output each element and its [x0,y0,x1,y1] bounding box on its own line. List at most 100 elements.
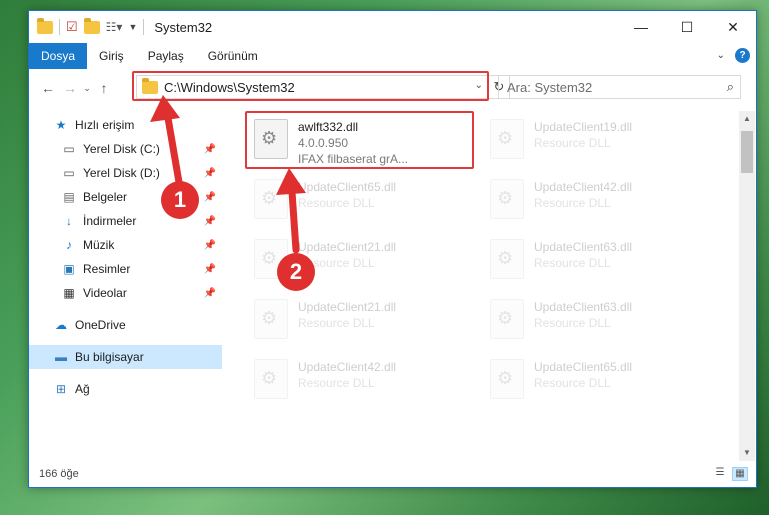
file-item[interactable]: UpdateClient63.dll Resource DLL [484,293,709,349]
file-name: UpdateClient21.dll [298,240,397,254]
sidebar-item-onedrive[interactable]: ☁ OneDrive [29,313,222,337]
file-item[interactable]: UpdateClient19.dll Resource DLL [484,113,709,169]
file-name: UpdateClient65.dll [298,180,397,194]
pin-icon[interactable]: 📌 [204,264,216,275]
vertical-scrollbar[interactable]: ▲ ▼ [739,111,755,461]
search-icon[interactable]: ⌕ [727,79,734,95]
window-controls: — ☐ ✕ [618,11,756,43]
sidebar-item-disk-d[interactable]: ▭ Yerel Disk (D:) 📌 [29,161,222,185]
scroll-up-icon[interactable]: ▲ [739,111,755,127]
file-name: UpdateClient63.dll [534,240,633,254]
search-box[interactable]: ⌕ [498,75,741,99]
scroll-thumb[interactable] [741,131,753,173]
file-item[interactable]: UpdateClient42.dll Resource DLL [484,173,709,229]
dll-file-icon [490,119,524,159]
file-description: Resource DLL [534,376,611,390]
dll-file-icon [254,179,288,219]
pin-icon[interactable]: 📌 [204,144,216,155]
pin-icon[interactable]: 📌 [204,192,216,203]
sidebar-item-label: Resimler [83,262,131,276]
dll-file-icon [490,299,524,339]
sidebar-item-label: Yerel Disk (C:) [83,142,160,156]
sidebar-item-label: OneDrive [75,318,126,332]
file-item[interactable]: UpdateClient21.dll Resource DLL [248,293,473,349]
sidebar-item-network[interactable]: ⊞ Ağ [29,377,222,401]
expand-ribbon-icon[interactable]: ⌄ [717,50,725,61]
help-icon[interactable]: ? [735,48,750,63]
file-description: Resource DLL [298,316,375,330]
sidebar-item-label: Videolar [83,286,127,300]
pin-icon[interactable]: 📌 [204,240,216,251]
dll-file-icon [490,359,524,399]
network-icon: ⊞ [55,382,67,396]
file-description: Resource DLL [298,196,375,210]
step-badge-1: 1 [161,181,199,219]
pin-icon[interactable]: 📌 [204,216,216,227]
ribbon-right: ⌄ ? [717,48,750,63]
sidebar-item-videos[interactable]: ▦ Videolar 📌 [29,281,222,305]
search-input[interactable] [507,79,717,95]
minimize-button[interactable]: — [618,11,664,43]
sidebar-item-pictures[interactable]: ▣ Resimler 📌 [29,257,222,281]
sidebar-item-label: Hızlı erişim [75,118,135,132]
address-highlight [132,71,489,101]
navigation-pane: ★ Hızlı erişim ▭ Yerel Disk (C:) 📌 ▭ Yer… [29,111,222,461]
new-folder-icon[interactable] [83,17,100,34]
view-switcher: ☰ ▦ [712,467,748,481]
tab-home[interactable]: Giriş [87,43,136,69]
divider [143,19,145,35]
properties-icon[interactable]: ☑ [66,19,78,35]
chevron-down-icon[interactable]: ▼ [128,22,137,32]
tab-view[interactable]: Görünüm [196,43,270,69]
dll-file-icon [490,239,524,279]
file-item[interactable]: UpdateClient63.dll Resource DLL [484,233,709,289]
item-count: 166 öğe [39,468,79,480]
pin-icon[interactable]: 📌 [204,168,216,179]
videos-icon: ▦ [63,286,75,300]
tab-share[interactable]: Paylaş [136,43,196,69]
dll-file-icon [254,359,288,399]
file-item[interactable]: UpdateClient65.dll Resource DLL [248,173,473,229]
documents-icon: ▤ [63,190,75,204]
tiles-view-icon[interactable]: ▦ [732,467,748,481]
dll-file-icon [490,179,524,219]
folder-icon [37,17,53,34]
sidebar-item-label: Yerel Disk (D:) [83,166,160,180]
pin-icon[interactable]: 📌 [204,288,216,299]
file-description: Resource DLL [534,256,611,270]
file-name: UpdateClient63.dll [534,300,633,314]
file-item[interactable]: UpdateClient42.dll Resource DLL [248,353,473,409]
sidebar-item-quick-access[interactable]: ★ Hızlı erişim [29,113,222,137]
file-name: UpdateClient42.dll [298,360,397,374]
sidebar-item-disk-c[interactable]: ▭ Yerel Disk (C:) 📌 [29,137,222,161]
file-description: Resource DLL [298,376,375,390]
details-view-icon[interactable]: ☰ [712,467,728,481]
file-name: UpdateClient42.dll [534,180,633,194]
maximize-button[interactable]: ☐ [664,11,710,43]
status-bar: 166 öğe ☰ ▦ [29,461,756,487]
quick-access-toolbar: ☑ ☷▾ ▼ [37,17,145,35]
sidebar-item-this-pc[interactable]: ▬ Bu bilgisayar [29,345,222,369]
up-button[interactable]: ↑ [93,80,115,96]
step-badge-2: 2 [277,253,315,291]
file-name: UpdateClient19.dll [534,120,633,134]
sidebar-item-music[interactable]: ♪ Müzik 📌 [29,233,222,257]
close-button[interactable]: ✕ [710,11,756,43]
file-description: Resource DLL [534,316,611,330]
sidebar-item-label: İndirmeler [83,214,137,228]
cloud-icon: ☁ [55,318,67,332]
music-icon: ♪ [66,238,72,252]
customize-icon[interactable]: ☷▾ [106,20,123,34]
scroll-down-icon[interactable]: ▼ [739,445,755,461]
sidebar-item-label: Ağ [75,382,90,396]
star-icon: ★ [55,118,67,132]
file-name: UpdateClient65.dll [534,360,633,374]
sidebar-item-label: Belgeler [83,190,128,204]
divider [59,19,60,35]
sidebar-item-label: Müzik [83,238,115,252]
forward-button[interactable]: → [59,80,81,96]
tab-file[interactable]: Dosya [29,43,88,69]
back-button[interactable]: ← [37,80,59,96]
file-item[interactable]: UpdateClient65.dll Resource DLL [484,353,709,409]
recent-locations-button[interactable]: ⌄ [81,83,93,94]
